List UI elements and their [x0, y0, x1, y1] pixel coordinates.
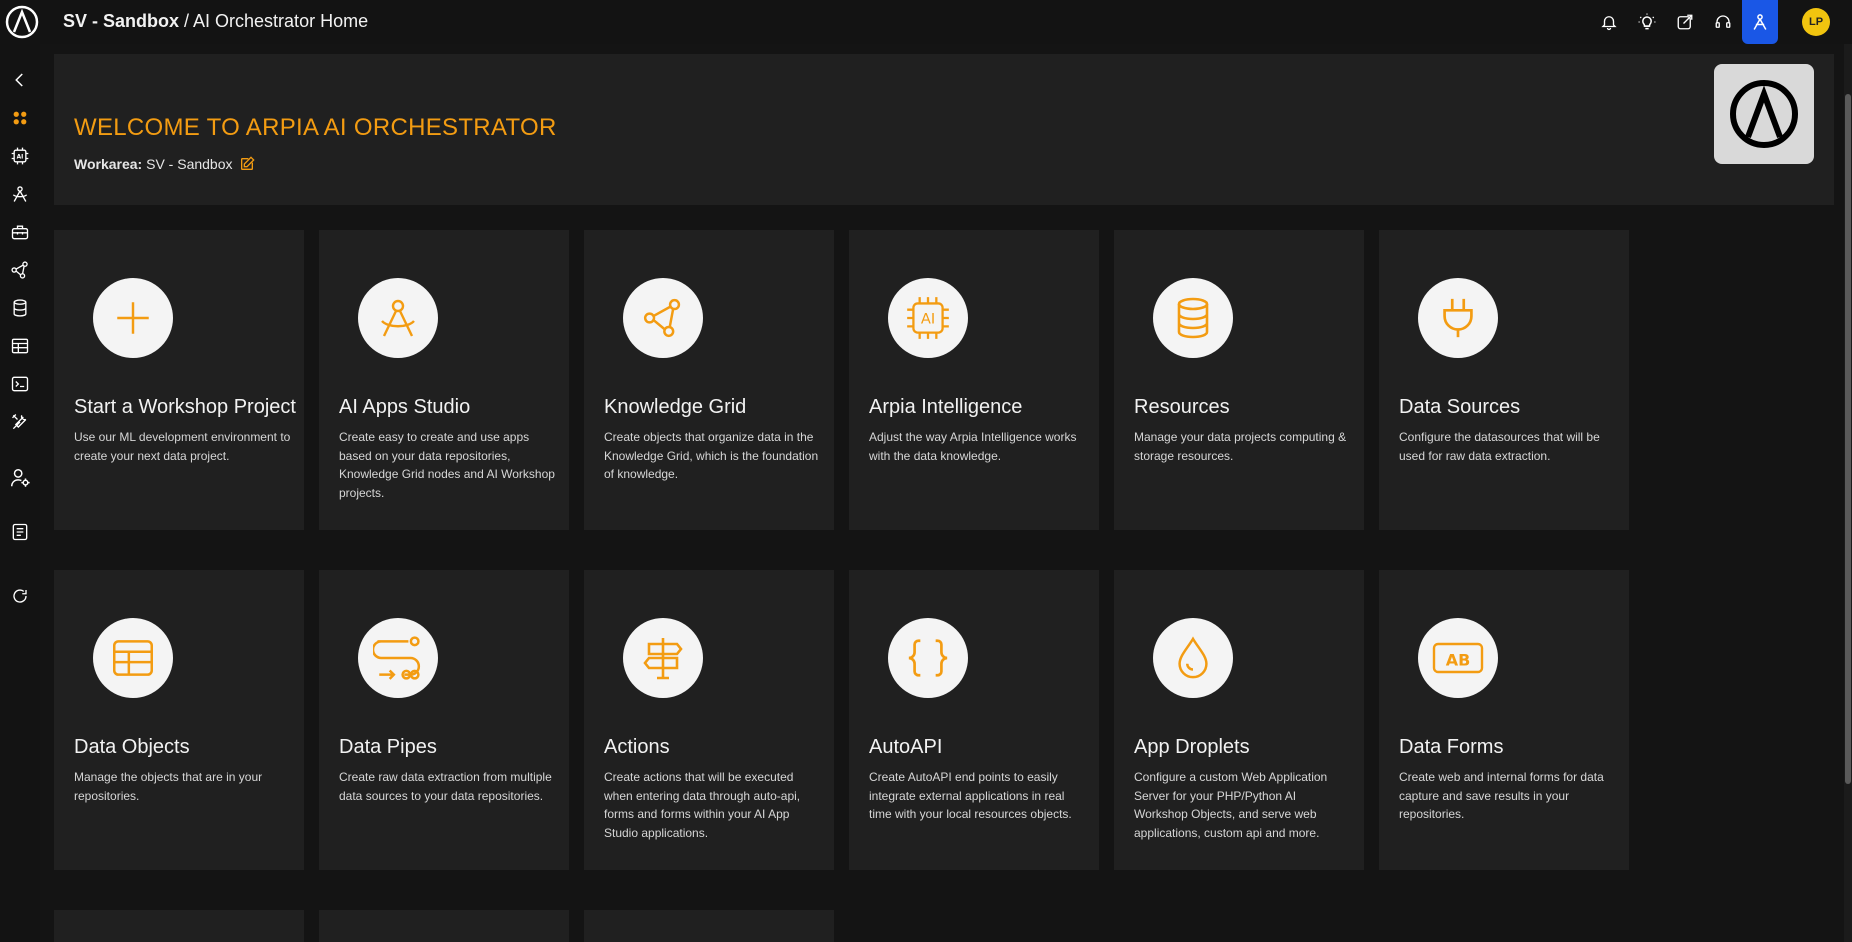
form-ab-icon: AB — [1418, 618, 1498, 698]
card-data-objects[interactable]: Data Objects Manage the objects that are… — [54, 570, 304, 870]
compass-icon — [358, 278, 438, 358]
card-description: Use our ML development environment to cr… — [74, 430, 291, 463]
braces-icon — [888, 618, 968, 698]
card-title: Data Pipes — [339, 736, 437, 758]
page-title: WELCOME TO ARPIA AI ORCHESTRATOR — [74, 114, 557, 141]
bell-icon[interactable] — [1590, 0, 1628, 44]
workarea-label: Workarea: — [74, 156, 143, 172]
card-description: Configure the datasources that will be u… — [1399, 430, 1600, 463]
card-description: Create AutoAPI end points to easily inte… — [869, 770, 1072, 821]
arpia-brand-logo — [1714, 64, 1814, 164]
refresh-icon[interactable] — [6, 582, 34, 610]
card-data-sources[interactable]: Data Sources Configure the datasources t… — [1379, 230, 1629, 530]
card-title: Start a Workshop Project — [74, 396, 296, 418]
card-title: Data Objects — [74, 736, 190, 758]
graph-nodes-icon — [623, 278, 703, 358]
card-data-pipes[interactable]: Data Pipes Create raw data extraction fr… — [319, 570, 569, 870]
support-headset-icon[interactable] — [1704, 0, 1742, 44]
collapse-chevron-icon[interactable] — [6, 66, 34, 94]
droplet-icon — [1153, 618, 1233, 698]
breadcrumb: SV - Sandbox / AI Orchestrator Home — [63, 11, 368, 32]
card-description: Create raw data extraction from multiple… — [339, 770, 552, 803]
tools-icon[interactable] — [6, 408, 34, 436]
card-title: Arpia Intelligence — [869, 396, 1023, 418]
breadcrumb-separator: / — [179, 11, 194, 31]
scrollbar-thumb[interactable] — [1845, 94, 1851, 784]
svg-text:AI: AI — [17, 155, 24, 161]
table-icon — [93, 618, 173, 698]
knowledge-graph-icon[interactable] — [6, 256, 34, 284]
card-title: Resources — [1134, 396, 1230, 418]
card-app-droplets[interactable]: App Droplets Configure a custom Web Appl… — [1114, 570, 1364, 870]
ai-chip-icon: AI — [888, 278, 968, 358]
card-title: Data Forms — [1399, 736, 1504, 758]
card-description: Create web and internal forms for data c… — [1399, 770, 1604, 821]
card-partial[interactable] — [54, 910, 304, 942]
card-actions[interactable]: Actions Create actions that will be exec… — [584, 570, 834, 870]
plus-icon — [93, 278, 173, 358]
breadcrumb-page: AI Orchestrator Home — [193, 11, 369, 31]
user-settings-icon[interactable] — [6, 464, 34, 492]
toolbox-icon[interactable] — [6, 218, 34, 246]
card-description: Adjust the way Arpia Intelligence works … — [869, 430, 1077, 463]
workarea-info: Workarea: SV - Sandbox — [74, 156, 255, 172]
table-icon[interactable] — [6, 332, 34, 360]
card-description: Manage the objects that are in your repo… — [74, 770, 263, 803]
top-bar: SV - Sandbox / AI Orchestrator Home LP — [0, 0, 1852, 44]
card-data-forms[interactable]: AB Data Forms Create web and internal fo… — [1379, 570, 1629, 870]
card-description: Create easy to create and use apps based… — [339, 430, 555, 500]
card-resources[interactable]: Resources Manage your data projects comp… — [1114, 230, 1364, 530]
terminal-icon[interactable] — [6, 370, 34, 398]
scrollbar[interactable] — [1844, 44, 1852, 942]
breadcrumb-workspace[interactable]: SV - Sandbox — [63, 11, 179, 31]
share-icon[interactable] — [1666, 0, 1704, 44]
card-autoapi[interactable]: AutoAPI Create AutoAPI end points to eas… — [849, 570, 1099, 870]
database-icon[interactable] — [6, 294, 34, 322]
avatar[interactable]: LP — [1802, 8, 1830, 36]
database-icon — [1153, 278, 1233, 358]
card-partial[interactable] — [319, 910, 569, 942]
top-icons: LP — [1590, 0, 1852, 44]
card-title: Data Sources — [1399, 396, 1521, 418]
main-content: WELCOME TO ARPIA AI ORCHESTRATOR Workare… — [54, 54, 1834, 942]
ai-chip-icon[interactable]: AI — [6, 142, 34, 170]
card-workshop-project[interactable]: Start a Workshop Project Use our ML deve… — [54, 230, 304, 530]
card-title: Actions — [604, 736, 670, 758]
card-title: Knowledge Grid — [604, 396, 747, 418]
book-icon[interactable] — [6, 518, 34, 546]
svg-text:AB: AB — [1446, 651, 1471, 670]
arpia-logo-icon[interactable] — [4, 4, 40, 40]
card-title: App Droplets — [1134, 736, 1250, 758]
ai-apps-icon[interactable] — [6, 180, 34, 208]
card-description: Manage your data projects computing & st… — [1134, 430, 1347, 463]
plug-icon — [1418, 278, 1498, 358]
welcome-panel: WELCOME TO ARPIA AI ORCHESTRATOR Workare… — [54, 54, 1834, 205]
workarea-value: SV - Sandbox — [146, 156, 233, 172]
card-knowledge-grid[interactable]: Knowledge Grid Create objects that organ… — [584, 230, 834, 530]
card-title: AI Apps Studio — [339, 396, 471, 418]
home-grid-icon[interactable] — [6, 104, 34, 132]
card-description: Configure a custom Web Application Serve… — [1134, 770, 1328, 840]
lightbulb-icon[interactable] — [1628, 0, 1666, 44]
card-arpia-intelligence[interactable]: AI Arpia Intelligence Adjust the way Arp… — [849, 230, 1099, 530]
card-partial[interactable] — [584, 910, 834, 942]
card-ai-apps-studio[interactable]: AI Apps Studio Create easy to create and… — [319, 230, 569, 530]
card-title: AutoAPI — [869, 736, 943, 758]
card-description: Create objects that organize data in the… — [604, 430, 819, 481]
ai-agent-icon[interactable] — [1742, 0, 1778, 44]
signpost-icon — [623, 618, 703, 698]
card-description: Create actions that will be executed whe… — [604, 770, 801, 840]
edit-icon[interactable] — [239, 156, 255, 172]
sidebar: AI — [0, 44, 40, 942]
pipeline-icon — [358, 618, 438, 698]
svg-text:AI: AI — [921, 311, 935, 328]
